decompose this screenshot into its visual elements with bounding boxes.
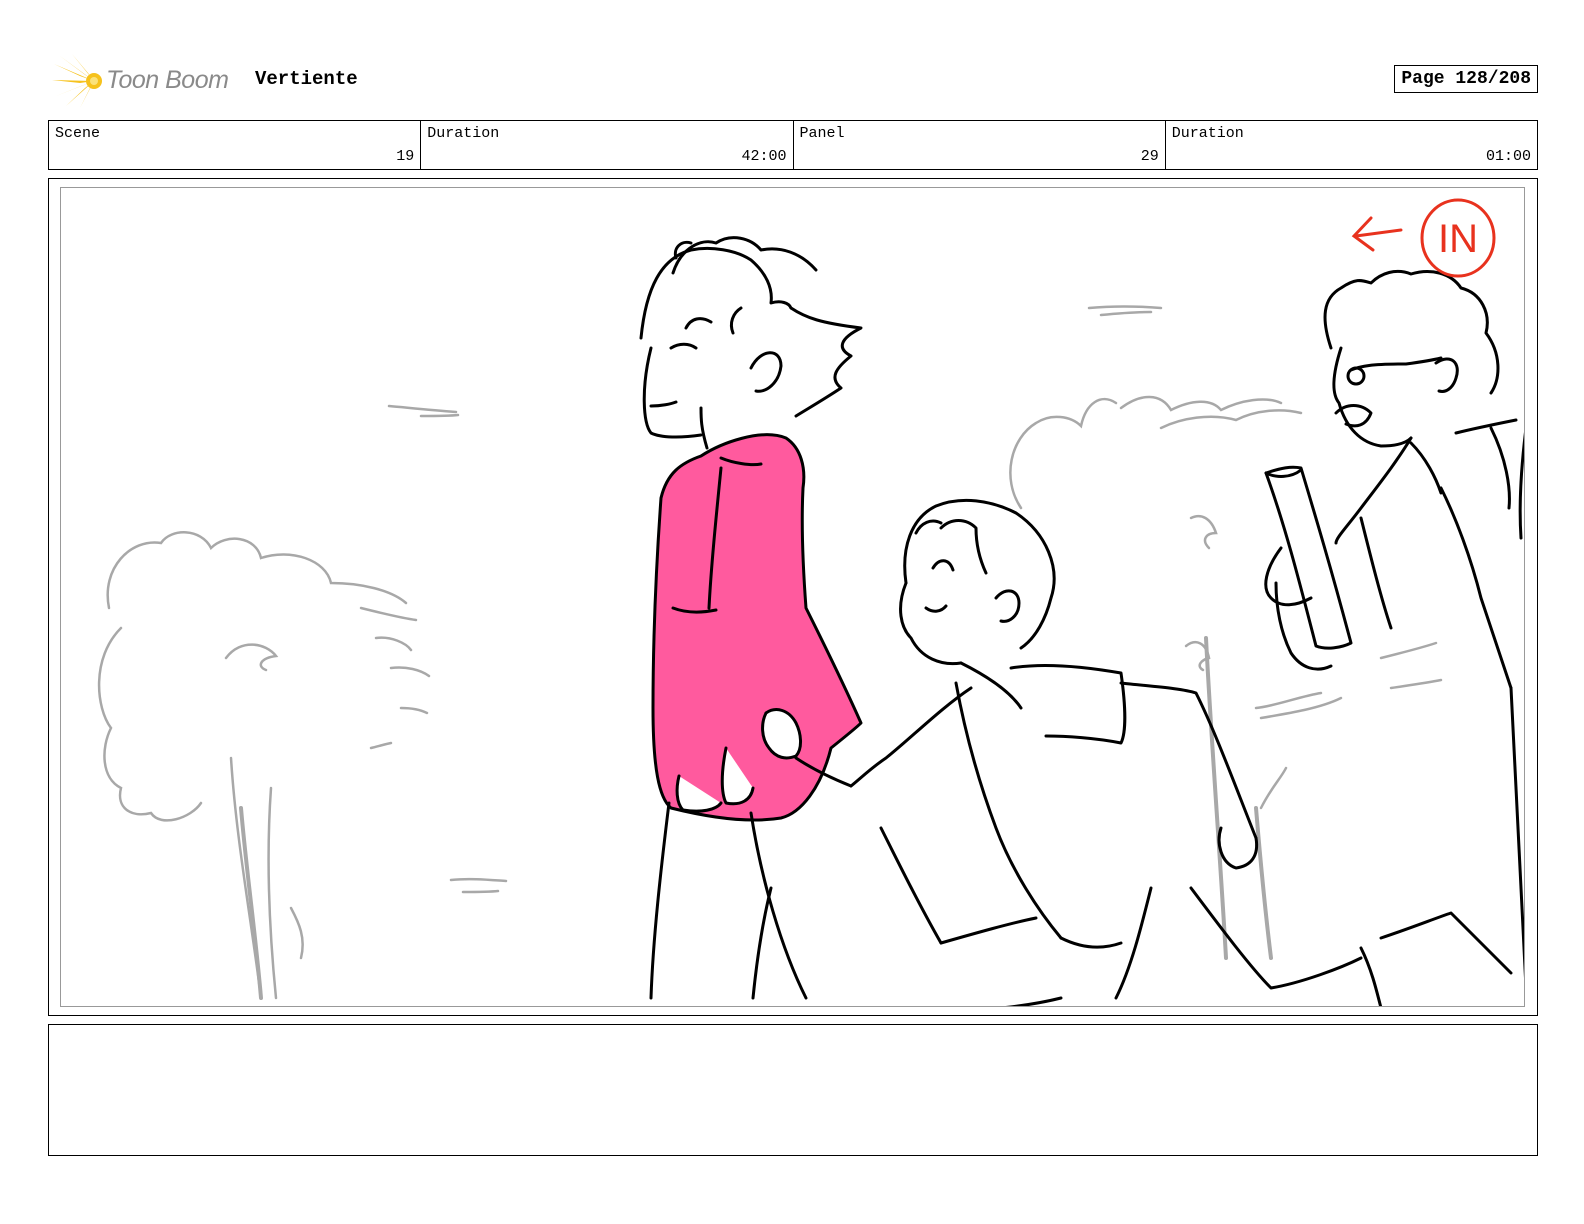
panel-sketch: IN — [97, 198, 1524, 1006]
project-title: Vertiente — [255, 68, 358, 90]
left-tree-outline — [97, 626, 203, 822]
storyboard-panel: IN — [48, 178, 1538, 1016]
toon-boom-logo: Toon Boom — [50, 54, 240, 108]
logo-text: Toon Boom — [106, 66, 229, 94]
arrow-left-icon — [1354, 228, 1403, 238]
page-number: Page 128/208 — [1394, 65, 1538, 93]
scene-duration-label: Duration — [427, 125, 500, 142]
panel-cell: Panel 29 — [794, 121, 1166, 169]
panel-duration-cell: Duration 01:00 — [1166, 121, 1537, 169]
scene-duration-value: 42:00 — [741, 148, 787, 165]
small-boy-character — [761, 498, 1513, 1006]
panel-info-row: Scene 19 Duration 42:00 Panel 29 Duratio… — [48, 120, 1538, 170]
scene-duration-cell: Duration 42:00 — [421, 121, 794, 169]
left-tree-canopy — [106, 531, 408, 610]
panel-label: Panel — [799, 125, 845, 142]
adult-hair — [1323, 269, 1500, 395]
panel-value: 29 — [1140, 148, 1159, 165]
panel-notes-box[interactable] — [48, 1024, 1538, 1156]
panel-drawing-area: IN — [60, 187, 1525, 1007]
pink-shirt — [651, 433, 863, 822]
panel-duration-label: Duration — [1171, 125, 1244, 142]
scene-value: 19 — [396, 148, 415, 165]
right-bush-outline — [1009, 397, 1118, 510]
adult-character — [1264, 269, 1524, 979]
sunburst-icon — [52, 54, 102, 108]
scene-label: Scene — [55, 125, 101, 142]
scene-cell: Scene 19 — [49, 121, 422, 169]
page-header: Toon Boom Vertiente Page 128/208 — [48, 52, 1538, 110]
tall-boy-character — [639, 236, 863, 1000]
annotation-text: IN — [1438, 217, 1478, 261]
panel-duration-value: 01:00 — [1485, 148, 1531, 165]
